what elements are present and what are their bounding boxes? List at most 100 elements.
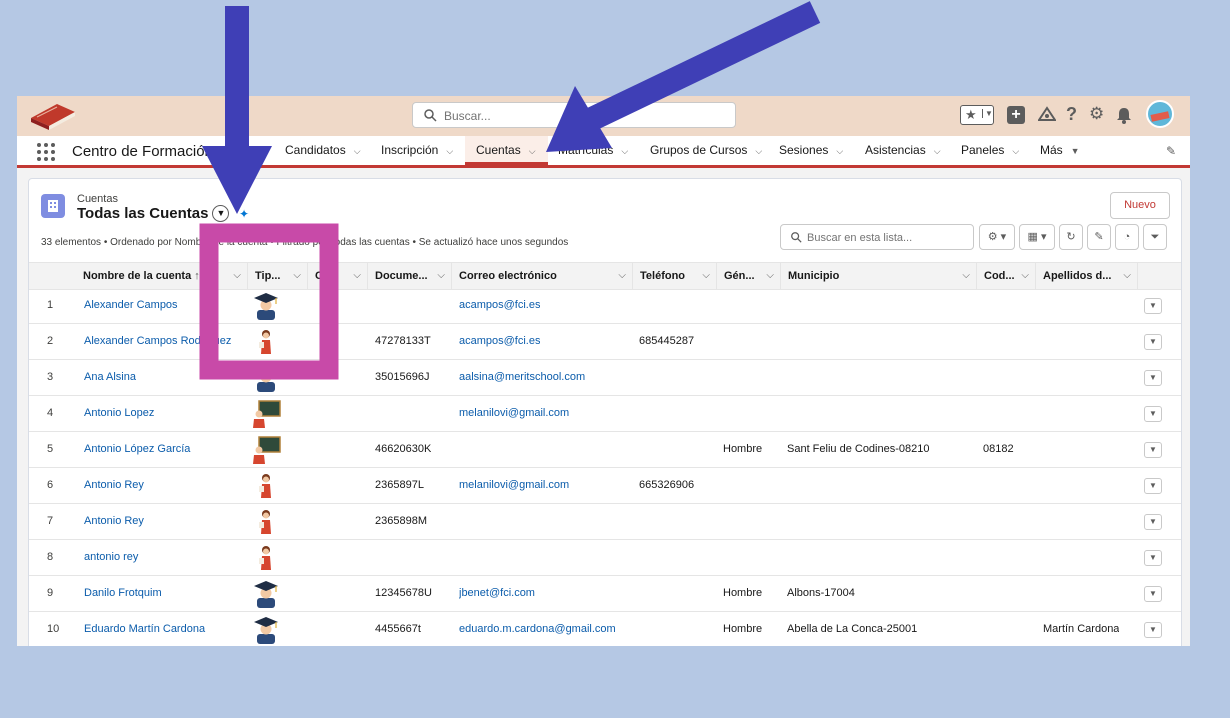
chevron-down-icon[interactable]: ⌵	[353, 263, 361, 289]
app-launcher-waffle-icon[interactable]	[37, 143, 55, 161]
column-header-telefono[interactable]: Teléfono ⌵	[633, 263, 717, 289]
list-settings-gear-icon[interactable]: ⚙ ▾	[979, 224, 1015, 250]
nav-item-matriculas[interactable]: Matrículas ⌵	[558, 136, 648, 165]
row-actions-dropdown-icon[interactable]: ▼	[1144, 478, 1162, 494]
global-search-input[interactable]: Buscar...	[412, 102, 736, 128]
row-actions-dropdown-icon[interactable]: ▼	[1144, 298, 1162, 314]
nav-item-paneles[interactable]: Paneles ⌵	[961, 136, 1031, 165]
chevron-down-icon[interactable]: ⌵	[529, 137, 536, 166]
column-label: Gén...	[724, 270, 755, 282]
chevron-down-icon[interactable]: ⌵	[293, 263, 301, 289]
nav-item-label: Paneles	[961, 143, 1005, 157]
account-name-link[interactable]: Antonio López García	[84, 432, 246, 467]
help-icon[interactable]: ?	[1066, 104, 1077, 125]
nav-item-mas[interactable]: Más ▼	[1040, 136, 1090, 165]
refresh-icon[interactable]: ↻	[1059, 224, 1083, 250]
favorites-star-icon[interactable]: ★ ▼	[960, 105, 994, 125]
table-header: Nombre de la cuenta ↑ ⌵ Tip... ⌵ CIF ⌵ Docu…	[29, 262, 1181, 290]
charts-icon[interactable]: ◔	[1115, 224, 1139, 250]
chevron-down-icon[interactable]: ⌵	[1021, 263, 1029, 289]
pin-list-view-icon[interactable]: ✦	[239, 207, 249, 221]
chevron-down-icon[interactable]: ⌵	[1012, 137, 1019, 166]
email-link[interactable]: jbenet@fci.com	[459, 576, 535, 611]
email-link[interactable]: melanilovi@gmail.com	[459, 468, 569, 503]
column-label: Nombre de la cuenta	[83, 270, 192, 282]
table-row: 1 Alexander Campos acampos@fci.es ▼	[29, 288, 1181, 324]
column-header-cif[interactable]: CIF ⌵	[308, 263, 368, 289]
account-name-link[interactable]: Alexander Campos	[84, 288, 246, 323]
chevron-down-icon[interactable]: ⌵	[618, 263, 626, 289]
nav-item-cuentas[interactable]: Cuentas ⌵	[465, 136, 548, 165]
row-actions-dropdown-icon[interactable]: ▼	[1144, 550, 1162, 566]
account-name-link[interactable]: Antonio Rey	[84, 504, 246, 539]
row-actions-dropdown-icon[interactable]: ▼	[1144, 442, 1162, 458]
column-label: Apellidos d...	[1043, 270, 1112, 282]
column-header-nombre[interactable]: Nombre de la cuenta ↑ ⌵	[76, 263, 248, 289]
new-button[interactable]: Nuevo	[1110, 192, 1170, 219]
account-name-link[interactable]: Ana Alsina	[84, 360, 246, 395]
email-link[interactable]: acampos@fci.es	[459, 288, 540, 323]
column-header-tipo[interactable]: Tip... ⌵	[248, 263, 308, 289]
row-actions-dropdown-icon[interactable]: ▼	[1144, 334, 1162, 350]
edit-nav-pencil-icon[interactable]: ✎	[1166, 144, 1176, 158]
inline-edit-pencil-icon[interactable]: ✎	[1087, 224, 1111, 250]
chevron-down-icon[interactable]: ⌵	[702, 263, 710, 289]
column-header-documento[interactable]: Docume... ⌵	[368, 263, 452, 289]
chevron-down-icon[interactable]: ⌵	[354, 137, 361, 166]
email-link[interactable]: aalsina@meritschool.com	[459, 360, 585, 395]
list-search-input[interactable]: Buscar en esta lista...	[780, 224, 974, 250]
column-header-apellidos[interactable]: Apellidos d... ⌵	[1036, 263, 1138, 289]
nav-item-sesiones[interactable]: Sesiones ⌵	[779, 136, 869, 165]
nav-item-grupos-de-cursos[interactable]: Grupos de Cursos ⌵	[650, 136, 762, 166]
caret-down-icon[interactable]: ▼	[1071, 137, 1080, 166]
account-name-link[interactable]: Antonio Rey	[84, 468, 246, 503]
student-graduate-icon	[254, 293, 278, 320]
chevron-down-icon[interactable]: ⌵	[446, 137, 453, 166]
chevron-down-icon[interactable]: ⌵	[962, 263, 970, 289]
row-actions-dropdown-icon[interactable]: ▼	[1144, 370, 1162, 386]
nav-item-asistencias[interactable]: Asistencias ⌵	[865, 136, 955, 165]
notifications-bell-icon[interactable]	[1116, 106, 1132, 124]
account-name-link[interactable]: Eduardo Martín Cardona	[84, 612, 246, 646]
nav-item-label: Candidatos	[285, 143, 346, 157]
chevron-down-icon[interactable]: ⌵	[621, 137, 628, 166]
email-link[interactable]: acampos@fci.es	[459, 324, 540, 359]
row-actions-dropdown-icon[interactable]: ▼	[1144, 514, 1162, 530]
list-view-selector[interactable]: Todas las Cuentas ▼	[77, 205, 230, 222]
table-row: 3 Ana Alsina 35015696J aalsina@meritschool.…	[29, 360, 1181, 396]
row-actions-dropdown-icon[interactable]: ▼	[1144, 622, 1162, 638]
account-name-link[interactable]: antonio rey	[84, 540, 246, 575]
add-icon[interactable]: +	[1007, 106, 1025, 124]
row-actions-dropdown-icon[interactable]: ▼	[1144, 406, 1162, 422]
account-name-link[interactable]: Alexander Campos Rodríguez	[84, 324, 246, 359]
filter-icon[interactable]: ⏷	[1143, 224, 1167, 250]
chevron-down-icon[interactable]: ⌵	[233, 263, 241, 289]
list-view-dropdown-icon[interactable]: ▼	[212, 205, 230, 222]
trailhead-icon[interactable]	[1038, 106, 1056, 124]
setup-gear-icon[interactable]: ⚙	[1089, 104, 1104, 124]
app-name: Centro de Formación	[72, 143, 213, 160]
column-header-codigo[interactable]: Cod... ⌵	[977, 263, 1036, 289]
email-link[interactable]: melanilovi@gmail.com	[459, 396, 569, 431]
chevron-down-icon[interactable]: ⌵	[1123, 263, 1131, 289]
column-header-genero[interactable]: Gén... ⌵	[717, 263, 781, 289]
nav-item-inscripcion[interactable]: Inscripción ⌵	[381, 136, 471, 165]
chevron-down-icon[interactable]: ⌵	[766, 263, 774, 289]
display-as-table-icon[interactable]: ▦ ▾	[1019, 224, 1055, 250]
account-name-link[interactable]: Danilo Frotquim	[84, 576, 246, 611]
user-avatar[interactable]	[1146, 100, 1174, 128]
nav-item-candidatos[interactable]: Candidatos ⌵	[285, 136, 375, 165]
email-link[interactable]: eduardo.m.cardona@gmail.com	[459, 612, 616, 646]
row-number: 5	[47, 443, 54, 455]
chevron-down-icon[interactable]: ⌵	[437, 263, 445, 289]
sort-arrow-icon: ↑	[194, 270, 200, 282]
municipio-cell: Abella de La Conca-25001	[787, 623, 918, 635]
chevron-down-icon[interactable]: ⌵	[934, 137, 941, 166]
chevron-down-icon[interactable]: ⌵	[836, 137, 843, 166]
account-name-link[interactable]: Antonio Lopez	[84, 396, 246, 431]
column-header-correo[interactable]: Correo electrónico ⌵	[452, 263, 633, 289]
app-logo-book-icon[interactable]	[27, 100, 79, 132]
column-header-municipio[interactable]: Municipio ⌵	[781, 263, 977, 289]
row-actions-dropdown-icon[interactable]: ▼	[1144, 586, 1162, 602]
chevron-down-icon[interactable]: ⌵	[755, 137, 762, 166]
